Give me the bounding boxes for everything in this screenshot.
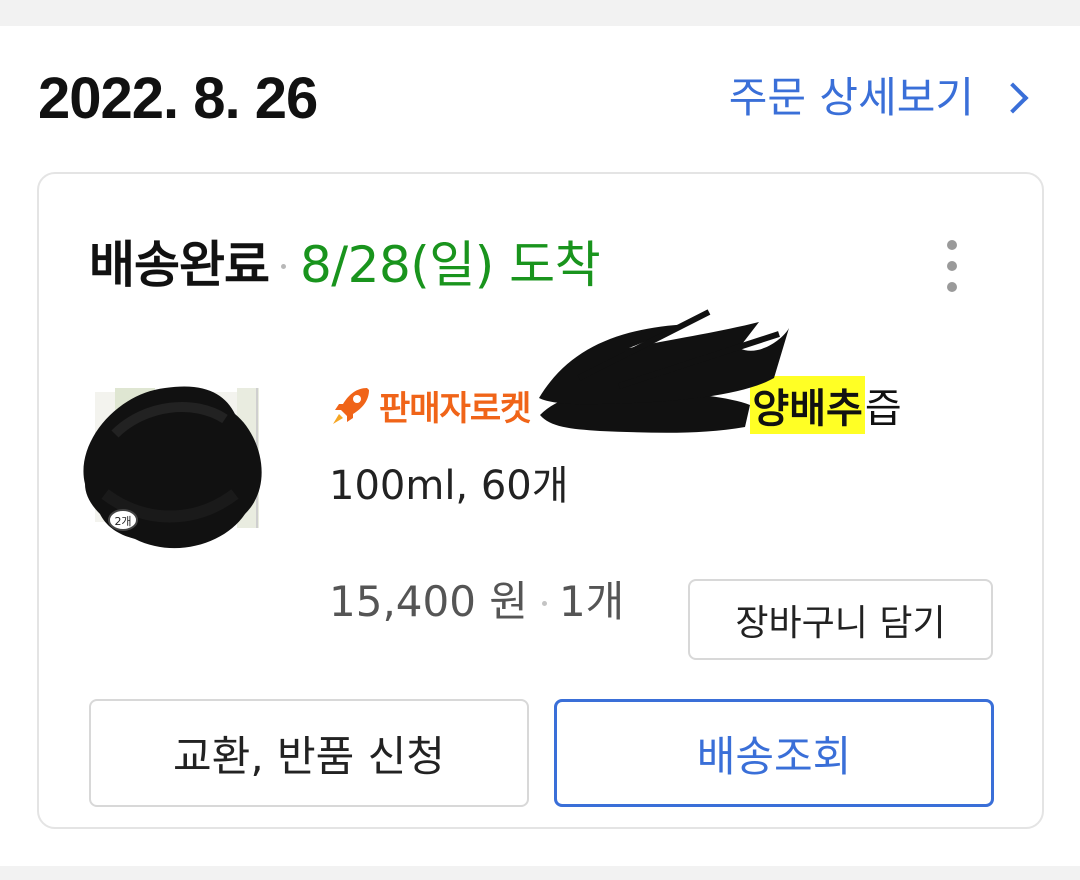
chevron-right-icon bbox=[997, 82, 1029, 114]
order-detail-label: 주문 상세보기 bbox=[728, 73, 974, 122]
exchange-return-button[interactable]: 교환, 반품 신청 bbox=[89, 699, 529, 807]
separator-dot bbox=[281, 263, 286, 269]
product-thumbnail[interactable]: 2개 bbox=[75, 374, 265, 554]
thumbnail-badge: 2개 bbox=[114, 515, 131, 528]
product-name-suffix: 즙 bbox=[864, 386, 902, 432]
price-row: 15,400 원 1개 bbox=[329, 558, 624, 638]
track-delivery-button[interactable]: 배송조회 bbox=[554, 699, 994, 807]
add-to-cart-button[interactable]: 장바구니 담기 bbox=[688, 579, 993, 660]
arrival-date: 8/28(일) 도착 bbox=[300, 236, 601, 294]
product-title[interactable]: 판매자로켓 양배추 즙 bbox=[329, 309, 989, 440]
product-info[interactable]: 판매자로켓 양배추 즙 100ml, 60개 bbox=[329, 309, 989, 514]
product-quantity: 1개 bbox=[558, 576, 625, 626]
seller-rocket-badge: 판매자로켓 bbox=[379, 388, 531, 429]
order-section: 2022. 8. 26 주문 상세보기 배송완료 8/28(일) 도착 2개 판… bbox=[0, 26, 1080, 866]
order-header: 2022. 8. 26 주문 상세보기 bbox=[0, 26, 1080, 172]
product-option: 100ml, 60개 bbox=[329, 463, 569, 509]
order-date: 2022. 8. 26 bbox=[38, 66, 318, 131]
rocket-icon bbox=[333, 388, 369, 424]
order-card: 배송완료 8/28(일) 도착 2개 판매자로켓 양배추 즙 100ml, 60… bbox=[37, 172, 1044, 829]
redaction-scribble bbox=[539, 309, 789, 405]
more-vertical-icon[interactable] bbox=[942, 240, 962, 292]
product-price: 15,400 원 bbox=[329, 576, 528, 626]
order-detail-link[interactable]: 주문 상세보기 bbox=[728, 70, 1029, 126]
delivery-status: 배송완료 bbox=[89, 236, 270, 294]
delivery-status-row: 배송완료 8/28(일) 도착 bbox=[89, 226, 601, 296]
separator-dot bbox=[541, 600, 547, 606]
